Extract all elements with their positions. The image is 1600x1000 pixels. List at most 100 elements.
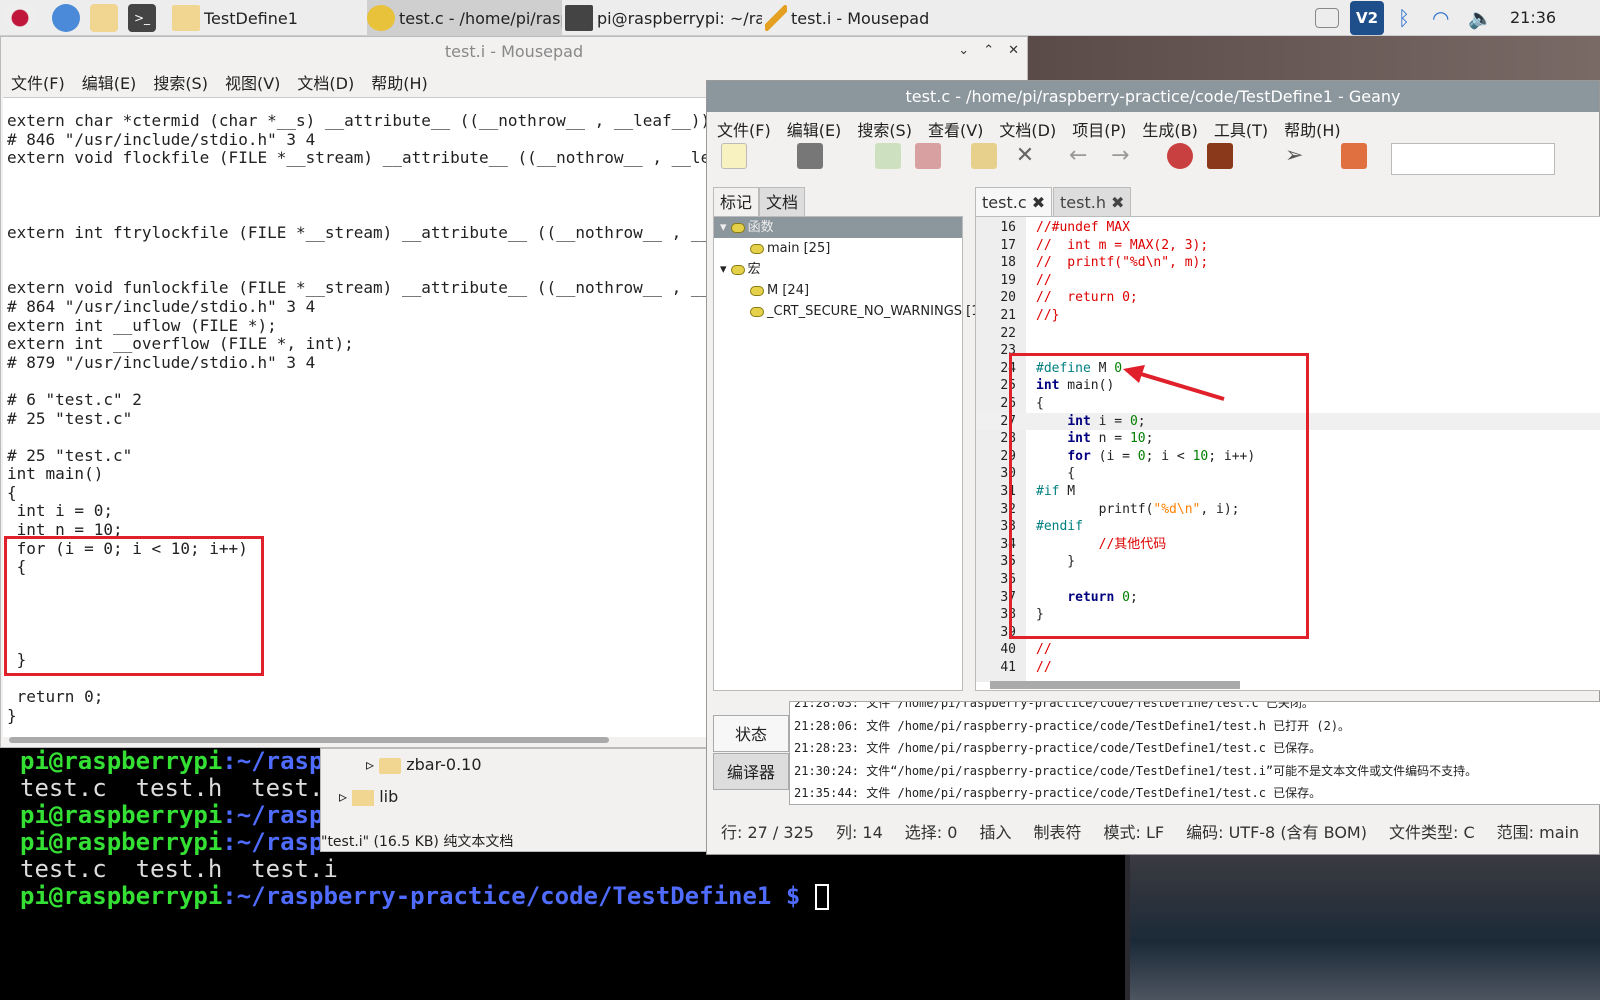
tab-test-c[interactable]: test.c ✖: [975, 187, 1053, 217]
terminal-icon[interactable]: >_: [128, 4, 156, 32]
folder-icon: [172, 5, 200, 31]
run-icon[interactable]: ➢: [1285, 143, 1311, 169]
clock[interactable]: 21:36: [1510, 8, 1556, 27]
task-mousepad[interactable]: test.i - Mousepad: [765, 0, 960, 36]
task-terminal[interactable]: pi@raspberrypi: ~/ras...: [565, 0, 762, 36]
close-tab-icon[interactable]: ✖: [1111, 193, 1124, 212]
code-line[interactable]: 41//: [976, 659, 1600, 677]
folder-item[interactable]: ▹ lib: [339, 787, 398, 806]
status-bar: 行: 27 / 325 列: 14 选择: 0 插入 制表符 模式: LF 编码: UTF-…: [721, 819, 1579, 843]
tab-symbols[interactable]: 标记: [713, 187, 760, 217]
geany-window: test.c - /home/pi/raspberry-practice/cod…: [706, 80, 1600, 855]
task-file-manager[interactable]: TestDefine1: [172, 0, 367, 36]
tab-compiler[interactable]: 编译器: [713, 753, 789, 790]
tag-icon: [750, 306, 764, 317]
menu-item[interactable]: 编辑(E): [787, 117, 842, 141]
horizontal-scrollbar[interactable]: [9, 737, 609, 743]
status-field: 文件类型: C: [1388, 823, 1475, 842]
code-line[interactable]: 20// return 0;: [976, 289, 1600, 307]
status-field: 插入: [979, 823, 1012, 842]
menu-file[interactable]: 文件(F): [11, 70, 65, 94]
minimize-icon[interactable]: ⌄: [958, 43, 969, 58]
build-icon[interactable]: [1207, 143, 1233, 169]
line-number: 21: [1000, 308, 1016, 323]
maximize-icon[interactable]: ⌃: [983, 43, 994, 58]
status-text: "test.i" (16.5 KB) 纯文本文档: [321, 834, 514, 850]
symbol-tree-item[interactable]: _CRT_SECURE_NO_WARNINGS [1]: [714, 301, 985, 322]
close-file-icon[interactable]: ✕: [1012, 143, 1038, 169]
symbol-tree-item[interactable]: main [25]: [714, 238, 962, 259]
symbol-tree-item[interactable]: ▾ 函数: [714, 217, 962, 238]
menu-edit[interactable]: 编辑(E): [82, 70, 137, 94]
keyboard-icon[interactable]: [1315, 8, 1339, 28]
tab-test-h[interactable]: test.h ✖: [1053, 187, 1132, 217]
task-geany[interactable]: test.c - /home/pi/rasp...: [367, 0, 562, 36]
tag-icon: [750, 243, 764, 254]
status-field: 制表符: [1033, 823, 1082, 842]
code-line[interactable]: 22: [976, 325, 1600, 343]
code-line[interactable]: 19//: [976, 272, 1600, 290]
code-line[interactable]: 40//: [976, 641, 1600, 659]
symbol-tree-item[interactable]: M [24]: [714, 280, 962, 301]
color-chooser-icon[interactable]: [1341, 143, 1367, 169]
menu-item[interactable]: 文档(D): [999, 117, 1056, 141]
menu-item[interactable]: 查看(V): [928, 117, 983, 141]
code-line[interactable]: 17// int m = MAX(2, 3);: [976, 237, 1600, 255]
menu-item[interactable]: 搜索(S): [857, 117, 912, 141]
save-icon[interactable]: [875, 143, 901, 169]
horizontal-scrollbar[interactable]: [990, 681, 1240, 689]
folder-item[interactable]: ▹ zbar-0.10: [366, 755, 482, 774]
compile-icon[interactable]: [1167, 143, 1193, 169]
menu-search[interactable]: 搜索(S): [153, 70, 208, 94]
message-line: 21:30:24: 文件“/home/pi/raspberry-practice…: [794, 763, 1478, 778]
file-manager-window: ▹ zbar-0.10 ▹ lib "test.i" (16.5 KB) 纯文本…: [320, 748, 710, 852]
message-line: 21:35:44: 文件 /home/pi/raspberry-practice…: [794, 786, 1322, 800]
annotation-arrow: [1123, 365, 1225, 401]
tag-icon: [750, 285, 764, 296]
menu-view[interactable]: 视图(V): [225, 70, 280, 94]
message-line: 21:28:03: 文件 /home/pi/raspberry-practice…: [794, 701, 1314, 710]
line-number: 40: [1000, 642, 1016, 658]
bluetooth-icon[interactable]: ᛒ: [1398, 6, 1410, 30]
file-manager-icon[interactable]: [90, 4, 118, 32]
menu-item[interactable]: 项目(P): [1072, 117, 1126, 141]
window-title: test.i - Mousepad: [444, 42, 584, 61]
search-input[interactable]: [1391, 143, 1555, 175]
close-tab-icon[interactable]: ✖: [1032, 193, 1045, 212]
vnc-icon[interactable]: V2: [1350, 1, 1384, 35]
new-file-icon[interactable]: [721, 143, 747, 169]
forward-icon[interactable]: →: [1111, 143, 1137, 169]
code-line[interactable]: 18// printf("%d\n", m);: [976, 254, 1600, 272]
menu-item[interactable]: 帮助(H): [1284, 117, 1341, 141]
raspberry-menu-icon[interactable]: [6, 4, 34, 32]
desktop-wallpaper: [1028, 36, 1600, 82]
message-line: 21:28:23: 文件 /home/pi/raspberry-practice…: [794, 741, 1322, 755]
status-field: 范围: main: [1496, 823, 1580, 842]
tab-documents[interactable]: 文档: [759, 187, 806, 217]
tab-status[interactable]: 状态: [713, 715, 789, 752]
expander-icon[interactable]: ▾: [720, 220, 731, 235]
volume-icon[interactable]: 🔈: [1468, 6, 1493, 30]
menu-item[interactable]: 工具(T): [1214, 117, 1268, 141]
taskbar: >_ TestDefine1 test.c - /home/pi/rasp...…: [0, 0, 1600, 36]
save-all-icon[interactable]: [915, 143, 941, 169]
code-line[interactable]: 21//}: [976, 307, 1600, 325]
folder-icon: [379, 757, 402, 774]
open-file-icon[interactable]: [797, 143, 823, 169]
menu-document[interactable]: 文档(D): [297, 70, 354, 94]
tag-icon: [730, 222, 745, 233]
back-icon[interactable]: ←: [1069, 143, 1095, 169]
expander-icon[interactable]: ▾: [720, 262, 731, 277]
menu-item[interactable]: 生成(B): [1142, 117, 1197, 141]
line-number: 16: [1000, 220, 1016, 235]
wifi-icon[interactable]: ◠: [1432, 6, 1449, 30]
code-line[interactable]: 16//#undef MAX: [976, 219, 1600, 237]
symbol-tree-item[interactable]: ▾ 宏: [714, 259, 962, 280]
revert-icon[interactable]: [971, 143, 997, 169]
desktop-wallpaper: [1130, 855, 1600, 1000]
close-icon[interactable]: ✕: [1008, 43, 1019, 58]
menu-item[interactable]: 文件(F): [717, 117, 771, 141]
menu-help[interactable]: 帮助(H): [371, 70, 428, 94]
menu-bar: 文件(F) 编辑(E) 搜索(S) 查看(V) 文档(D) 项目(P) 生成(B) 工具(T)…: [707, 114, 1599, 144]
browser-icon[interactable]: [52, 4, 80, 32]
